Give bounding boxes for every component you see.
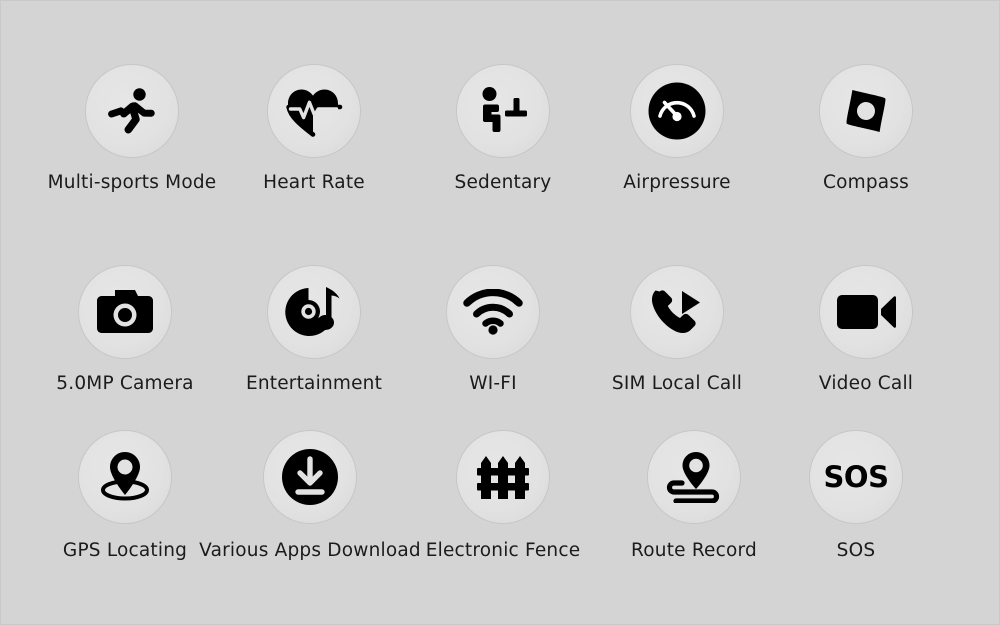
feature-item-camera[interactable]: 5.0MP Camera [25,266,225,394]
feature-item-video-call[interactable]: Video Call [766,266,966,394]
feature-item-wifi[interactable]: WI-FI [393,266,593,394]
map-pin-locating-icon [79,431,171,523]
feature-grid: Multi-sports Mode Heart Rate Sedentary A… [1,1,1000,626]
feature-label: Multi-sports Mode [47,172,217,193]
feature-item-sos[interactable]: SOS SOS [756,431,956,561]
heart-pulse-icon [268,65,360,157]
feature-item-airpressure[interactable]: Airpressure [577,65,777,193]
sos-icon-label: SOS [823,459,889,494]
feature-label: SIM Local Call [611,373,743,394]
feature-item-various-apps-download[interactable]: Various Apps Download [199,431,421,561]
feature-label: SOS [836,540,876,561]
person-sitting-desk-icon [457,65,549,157]
feature-grid-page: Multi-sports Mode Heart Rate Sedentary A… [0,0,1000,625]
feature-item-multi-sports-mode[interactable]: Multi-sports Mode [32,65,232,193]
running-person-icon [86,65,178,157]
feature-item-sedentary[interactable]: Sedentary [403,65,603,193]
feature-label: 5.0MP Camera [56,373,194,394]
feature-item-gps-locating[interactable]: GPS Locating [25,431,225,561]
feature-label: Route Record [631,540,757,561]
fence-icon [457,431,549,523]
sos-text-icon: SOS [810,431,902,523]
download-circle-icon [264,431,356,523]
feature-item-compass[interactable]: Compass [766,65,966,193]
feature-label: Electronic Fence [425,540,581,561]
video-camera-icon [820,266,912,358]
feature-label: Various Apps Download [199,540,421,561]
feature-label: Heart Rate [263,172,365,193]
feature-label: Video Call [818,373,914,394]
feature-item-electronic-fence[interactable]: Electronic Fence [403,431,603,561]
feature-label: Compass [822,172,909,193]
feature-label: Entertainment [245,373,383,394]
feature-label: Sedentary [454,172,552,193]
camera-icon [79,266,171,358]
feature-item-entertainment[interactable]: Entertainment [214,266,414,394]
gauge-icon [631,65,723,157]
compass-needle-icon [820,65,912,157]
wifi-icon [447,266,539,358]
feature-label: GPS Locating [62,540,188,561]
feature-label: WI-FI [469,373,517,394]
feature-item-heart-rate[interactable]: Heart Rate [214,65,414,193]
feature-label: Airpressure [623,172,731,193]
route-pin-path-icon [648,431,740,523]
vinyl-music-note-icon [268,266,360,358]
feature-item-sim-local-call[interactable]: SIM Local Call [577,266,777,394]
phone-outgoing-call-icon [631,266,723,358]
